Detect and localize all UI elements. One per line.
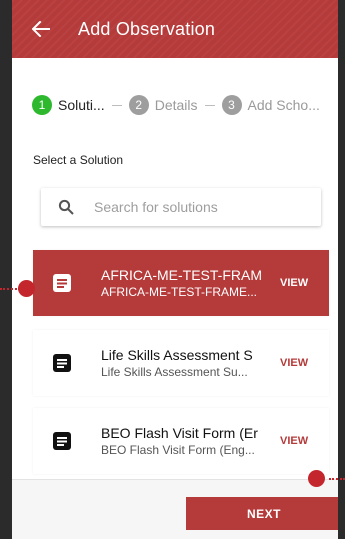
step-number: 2 — [128, 95, 149, 115]
search-icon — [58, 199, 74, 215]
main-content: 1 Soluti... 2 Details 3 Add Scho... Sele… — [12, 58, 338, 479]
right-edge — [338, 0, 345, 539]
solution-subtitle: Life Skills Assessment Su... — [101, 365, 248, 379]
solution-title: AFRICA-ME-TEST-FRAM — [101, 267, 262, 283]
document-icon — [53, 274, 71, 292]
solution-subtitle: AFRICA-ME-TEST-FRAME... — [101, 285, 257, 299]
step-divider — [111, 104, 122, 106]
document-icon — [53, 354, 71, 372]
solution-text: BEO Flash Visit Form (Er BEO Flash Visit… — [101, 425, 266, 457]
footer-bar: NEXT — [12, 479, 338, 539]
solution-title: BEO Flash Visit Form (Er — [101, 425, 258, 441]
step-solution[interactable]: 1 Soluti... — [32, 95, 105, 115]
app-header: Add Observation — [12, 0, 338, 58]
search-input[interactable] — [92, 198, 306, 216]
solution-title: Life Skills Assessment S — [101, 347, 253, 363]
step-label: Add Scho... — [247, 97, 320, 113]
view-button[interactable]: VIEW — [280, 435, 308, 447]
hotspot-marker-left — [18, 280, 35, 297]
step-divider — [204, 104, 215, 106]
next-button[interactable]: NEXT — [186, 497, 338, 530]
select-solution-label: Select a Solution — [33, 153, 124, 167]
step-label: Details — [154, 97, 198, 113]
step-number: 1 — [32, 95, 52, 115]
step-label: Soluti... — [58, 97, 105, 113]
solution-text: AFRICA-ME-TEST-FRAM AFRICA-ME-TEST-FRAME… — [101, 267, 266, 299]
view-button[interactable]: VIEW — [280, 357, 308, 369]
step-details[interactable]: 2 Details — [128, 95, 198, 115]
solution-subtitle: BEO Flash Visit Form (Eng... — [101, 443, 255, 457]
back-arrow-icon[interactable] — [30, 18, 52, 40]
app-screen: Add Observation 1 Soluti... 2 Details 3 … — [12, 0, 338, 539]
step-add-school[interactable]: 3 Add Scho... — [221, 95, 320, 115]
left-edge — [0, 0, 12, 539]
hotspot-marker-right — [308, 470, 325, 487]
solution-text: Life Skills Assessment S Life Skills Ass… — [101, 347, 266, 379]
solution-item[interactable]: BEO Flash Visit Form (Er BEO Flash Visit… — [33, 408, 329, 474]
view-button[interactable]: VIEW — [280, 277, 308, 289]
document-icon — [53, 432, 71, 450]
search-box[interactable] — [41, 188, 321, 226]
hotspot-connector-left — [0, 288, 20, 290]
stepper: 1 Soluti... 2 Details 3 Add Scho... — [32, 94, 320, 116]
solution-item[interactable]: Life Skills Assessment S Life Skills Ass… — [33, 330, 329, 396]
page-title: Add Observation — [78, 18, 216, 39]
hotspot-connector-right — [329, 478, 345, 480]
solution-item-selected[interactable]: AFRICA-ME-TEST-FRAM AFRICA-ME-TEST-FRAME… — [33, 250, 329, 316]
step-number: 3 — [221, 95, 242, 115]
